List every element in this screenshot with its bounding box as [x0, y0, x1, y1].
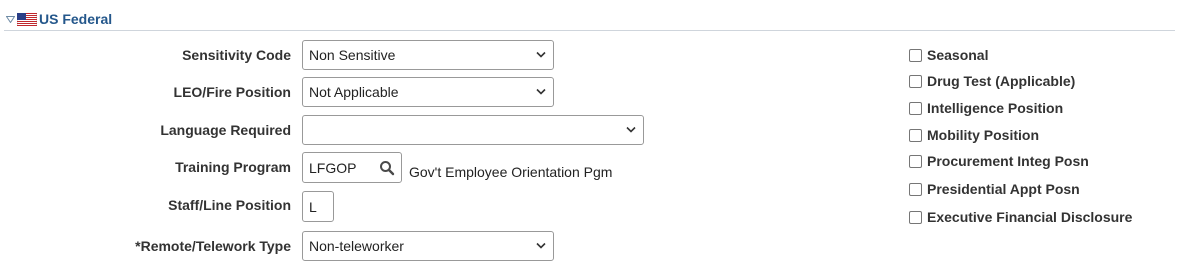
- seasonal-label[interactable]: Seasonal: [927, 47, 988, 63]
- chevron-down-icon: [626, 126, 636, 133]
- sensitivity-code-value: Non Sensitive: [309, 47, 396, 63]
- language-required-label: Language Required: [160, 122, 291, 138]
- section-header-us-federal[interactable]: US Federal: [4, 8, 112, 30]
- remote-telework-type-select[interactable]: Non-teleworker: [302, 231, 554, 261]
- staff-line-position-value: L: [309, 198, 317, 215]
- us-flag-icon: [16, 12, 38, 26]
- mobility-position-checkbox[interactable]: [909, 128, 922, 142]
- procurement-integ-posn-label[interactable]: Procurement Integ Posn: [927, 153, 1089, 169]
- leo-fire-position-value: Not Applicable: [309, 84, 399, 100]
- training-program-value: LFGOP: [309, 159, 357, 176]
- seasonal-checkbox[interactable]: [909, 48, 922, 62]
- section-title[interactable]: US Federal: [39, 11, 112, 27]
- drug-test-checkbox-row[interactable]: Drug Test (Applicable): [909, 72, 1075, 90]
- presidential-appt-posn-checkbox[interactable]: [909, 182, 922, 196]
- chevron-down-icon: [536, 51, 546, 58]
- training-program-description: Gov't Employee Orientation Pgm: [409, 164, 613, 180]
- training-program-label: Training Program: [175, 159, 291, 175]
- triangle-down-icon[interactable]: [4, 13, 16, 25]
- presidential-appt-posn-label[interactable]: Presidential Appt Posn: [927, 181, 1080, 197]
- leo-fire-position-label: LEO/Fire Position: [173, 84, 291, 100]
- search-icon[interactable]: [379, 160, 395, 176]
- remote-telework-type-value: Non-teleworker: [309, 238, 404, 254]
- procurement-integ-posn-checkbox-row[interactable]: Procurement Integ Posn: [909, 152, 1089, 170]
- training-program-input[interactable]: LFGOP: [302, 152, 402, 183]
- executive-financial-disclosure-label[interactable]: Executive Financial Disclosure: [927, 209, 1132, 225]
- sensitivity-code-select[interactable]: Non Sensitive: [302, 40, 554, 70]
- staff-line-position-input[interactable]: L: [302, 191, 334, 222]
- executive-financial-disclosure-checkbox[interactable]: [909, 210, 922, 224]
- staff-line-position-label: Staff/Line Position: [168, 197, 291, 213]
- language-required-select[interactable]: [302, 115, 644, 145]
- procurement-integ-posn-checkbox[interactable]: [909, 154, 922, 168]
- intelligence-position-label[interactable]: Intelligence Position: [927, 100, 1063, 116]
- seasonal-checkbox-row[interactable]: Seasonal: [909, 46, 988, 64]
- mobility-position-checkbox-row[interactable]: Mobility Position: [909, 126, 1039, 144]
- presidential-appt-posn-checkbox-row[interactable]: Presidential Appt Posn: [909, 180, 1080, 198]
- intelligence-position-checkbox-row[interactable]: Intelligence Position: [909, 99, 1063, 117]
- sensitivity-code-label: Sensitivity Code: [182, 47, 291, 63]
- drug-test-label[interactable]: Drug Test (Applicable): [927, 73, 1075, 89]
- remote-telework-type-label: *Remote/Telework Type: [135, 238, 291, 254]
- chevron-down-icon: [536, 88, 546, 95]
- section-divider: [4, 30, 1175, 31]
- mobility-position-label[interactable]: Mobility Position: [927, 127, 1039, 143]
- executive-financial-disclosure-checkbox-row[interactable]: Executive Financial Disclosure: [909, 208, 1132, 226]
- chevron-down-icon: [536, 242, 546, 249]
- drug-test-checkbox[interactable]: [909, 74, 922, 88]
- leo-fire-position-select[interactable]: Not Applicable: [302, 77, 554, 107]
- intelligence-position-checkbox[interactable]: [909, 101, 922, 115]
